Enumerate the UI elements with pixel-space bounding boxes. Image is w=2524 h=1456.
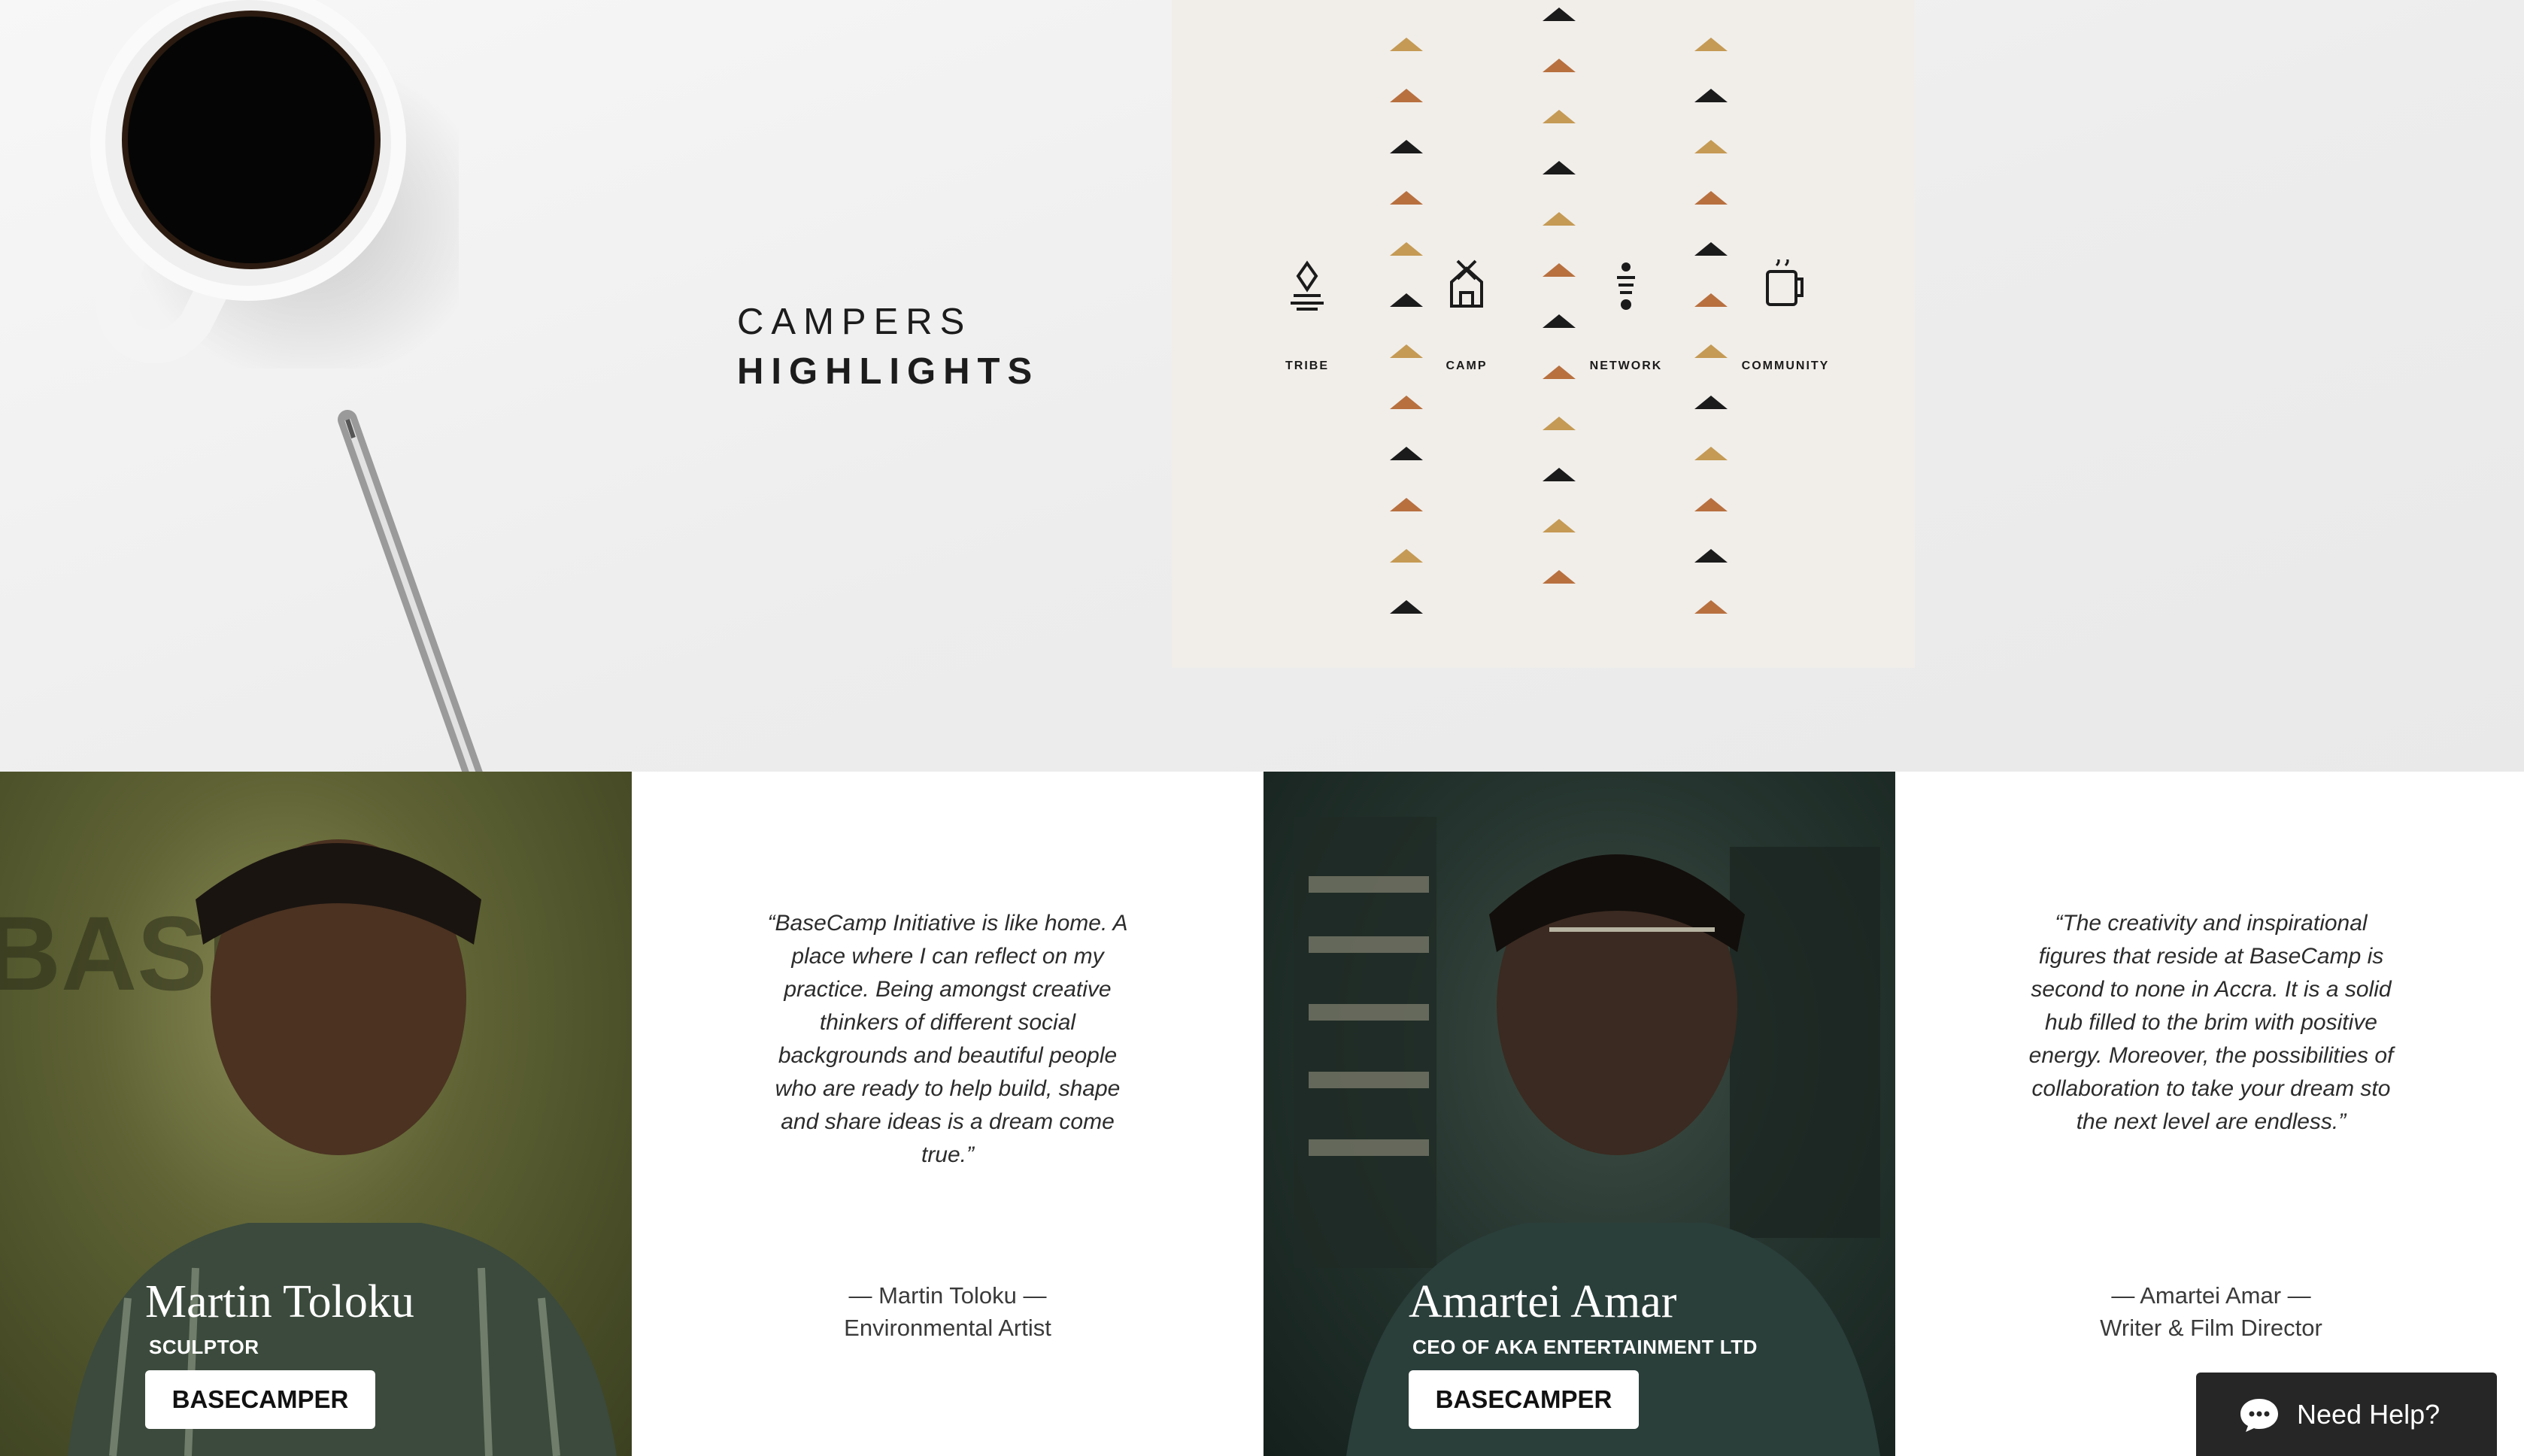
testimonial-quote: “The creativity and inspirational figure… [2028, 911, 2394, 1134]
basecamper-button[interactable]: BASECAMPER [145, 1370, 375, 1429]
pattern-triangle [1543, 314, 1576, 328]
signature-name: — Amartei Amar — [2111, 1282, 2311, 1309]
pattern-triangle [1543, 161, 1576, 174]
pattern-triangle [1694, 600, 1728, 614]
pattern-triangle [1543, 519, 1576, 532]
basecamper-button[interactable]: BASECAMPER [1409, 1370, 1639, 1429]
signature-title: Writer & Film Director [2100, 1315, 2322, 1341]
title-line-highlights: HIGHLIGHTS [737, 351, 1040, 392]
pillars-graphic: TRIBE CAMP NETWORK COMMUNITY [1172, 0, 1915, 668]
camper-name: Amartei Amar [1409, 1276, 1677, 1327]
pattern-triangle [1390, 344, 1423, 358]
section-title: CAMPERS HIGHLIGHTS [737, 297, 1039, 396]
pattern-triangle [1694, 344, 1728, 358]
testimonial-martin: “BaseCamp Initiative is like home. A pla… [632, 772, 1264, 1456]
portrait-silhouette: BASE [0, 839, 617, 1456]
pattern-triangle [1390, 447, 1423, 460]
pattern-triangle [1694, 498, 1728, 511]
pattern-triangle [1543, 263, 1576, 277]
pattern-triangle [1694, 549, 1728, 563]
pattern-triangle [1390, 191, 1423, 205]
pattern-triangle [1390, 498, 1423, 511]
pattern-triangle [1694, 242, 1728, 256]
tent-icon [1444, 259, 1489, 312]
camper-name: Martin Toloku [145, 1276, 414, 1327]
pattern-triangle [1390, 549, 1423, 563]
pattern-triangle [1694, 140, 1728, 153]
mug-icon [1763, 255, 1808, 312]
camper-role: CEO OF AKA ENTERTAINMENT LTD [1412, 1336, 1758, 1358]
pattern-triangle [1543, 8, 1576, 21]
coffee-cup-image [90, 0, 459, 369]
pattern-triangle [1543, 110, 1576, 123]
pattern-triangle [1694, 293, 1728, 307]
need-help-chat-button[interactable]: Need Help? [2196, 1373, 2497, 1456]
pattern-triangle [1694, 191, 1728, 205]
pattern-triangle [1543, 468, 1576, 481]
pattern-triangle [1390, 396, 1423, 409]
pattern-triangle [1694, 447, 1728, 460]
pattern-triangle [1694, 89, 1728, 102]
pattern-triangle [1390, 293, 1423, 307]
flame-icon [1285, 259, 1330, 312]
pattern-triangle [1390, 600, 1423, 614]
pattern-triangle [1694, 396, 1728, 409]
pattern-triangle [1390, 140, 1423, 153]
pattern-triangle [1390, 89, 1423, 102]
pattern-triangle [1543, 366, 1576, 379]
network-icon [1603, 259, 1649, 312]
camper-role: SCULPTOR [149, 1336, 259, 1358]
pillar-label-community: COMMUNITY [1741, 359, 1830, 372]
pattern-triangle [1543, 570, 1576, 584]
testimonial-signature: — Amartei Amar — Writer & Film Director [1986, 1279, 2437, 1344]
testimonial-amartei: “The creativity and inspirational figure… [1895, 772, 2524, 1456]
camper-photo-amartei: Amartei Amar CEO OF AKA ENTERTAINMENT LT… [1264, 772, 1895, 1456]
testimonial-signature: — Martin Toloku — Environmental Artist [722, 1279, 1173, 1344]
testimonial-quote: “BaseCamp Initiative is like home. A pla… [767, 911, 1128, 1167]
pillar-label-camp: CAMP [1446, 359, 1488, 372]
pattern-triangle [1543, 59, 1576, 72]
chat-label: Need Help? [2297, 1398, 2441, 1430]
pattern-triangle [1543, 417, 1576, 430]
chat-bubble-icon [2240, 1398, 2278, 1432]
signature-title: Environmental Artist [844, 1315, 1051, 1341]
pattern-triangle [1390, 242, 1423, 256]
pattern-triangle [1390, 38, 1423, 51]
pen-image [338, 410, 483, 772]
signature-name: — Martin Toloku — [848, 1282, 1047, 1309]
pattern-triangle [1543, 212, 1576, 226]
pattern-triangle [1694, 38, 1728, 51]
camper-photo-martin: BASE Martin Toloku SCULPTOR BASECAMPER [0, 772, 632, 1456]
pillar-label-network: NETWORK [1589, 359, 1663, 372]
title-line-campers: CAMPERS [737, 302, 972, 342]
highlights-hero: CAMPERS HIGHLIGHTS TRIBE CAMP NETWORK CO… [0, 0, 2524, 772]
pillar-label-tribe: TRIBE [1285, 359, 1329, 372]
